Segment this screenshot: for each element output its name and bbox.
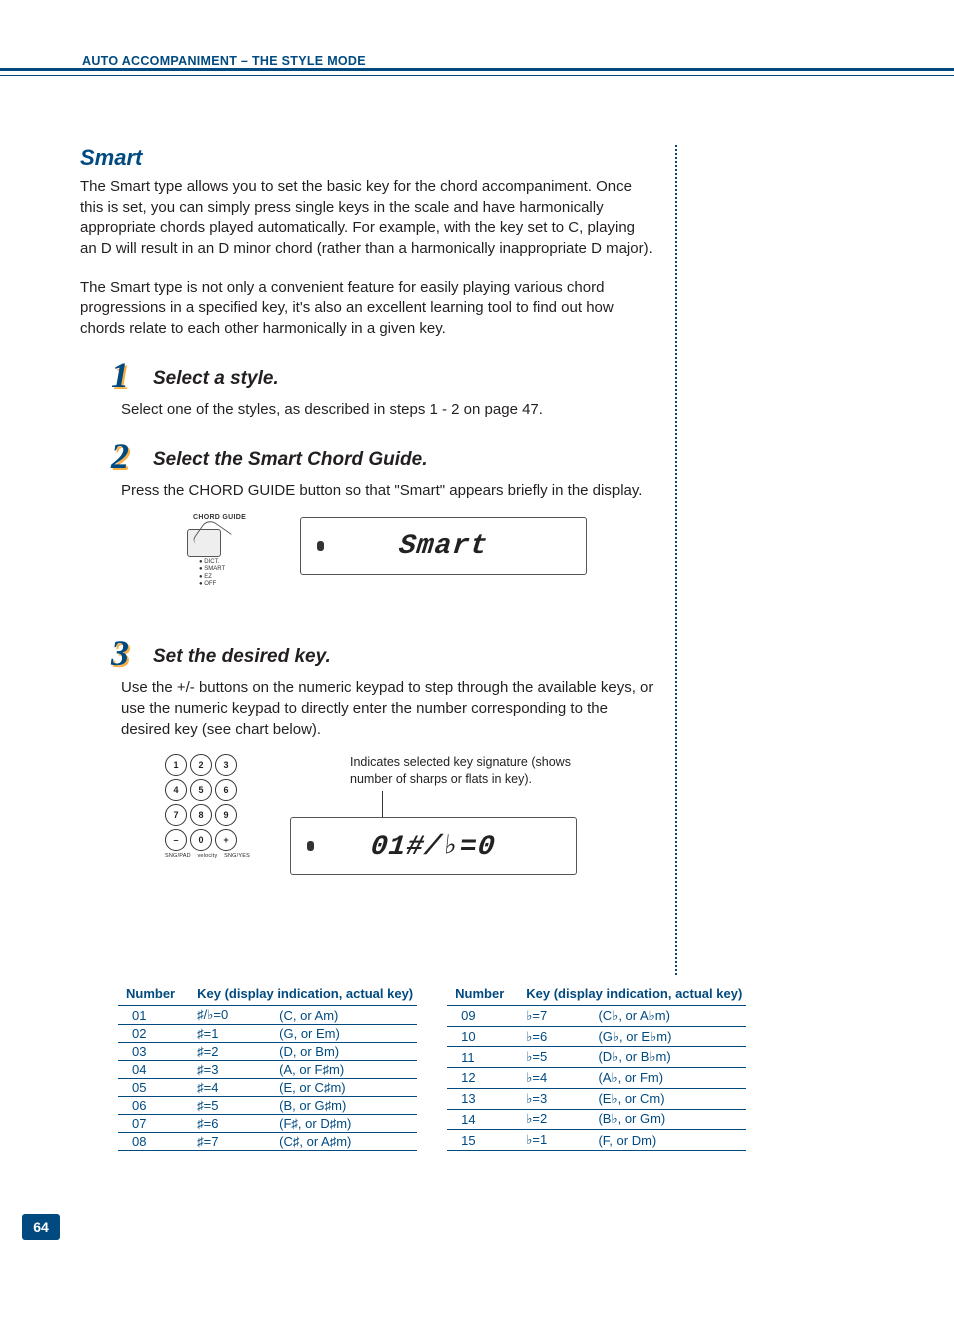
- keypad-key-0: 0: [190, 829, 212, 851]
- chord-guide-legend: ● DICT. ● SMART ● EZ ● OFF: [199, 559, 225, 588]
- keypad-key-+: +: [215, 829, 237, 851]
- table-row: 03♯=2(D, or Bm): [118, 1043, 417, 1061]
- table-row: 10♭=6(G♭, or E♭m): [447, 1026, 746, 1047]
- table-row: 02♯=1(G, or Em): [118, 1025, 417, 1043]
- step-3: 3 3 Set the desired key. Use the +/- but…: [115, 642, 655, 875]
- step-number-2: 2 2: [111, 435, 129, 477]
- running-head: AUTO ACCOMPANIMENT – THE STYLE MODE: [82, 54, 366, 68]
- col-key: Key (display indication, actual key): [522, 984, 746, 1006]
- keypad-key-6: 6: [215, 779, 237, 801]
- step-2: 2 2 Select the Smart Chord Guide. Press …: [115, 445, 655, 613]
- step-number-3: 3 3: [111, 632, 129, 674]
- key-table-left: Number Key (display indication, actual k…: [118, 984, 417, 1151]
- intro-paragraph-2: The Smart type is not only a convenient …: [80, 278, 655, 340]
- header-rule: [0, 68, 954, 76]
- col-number: Number: [447, 984, 522, 1006]
- keypad-key-8: 8: [190, 804, 212, 826]
- keypad-key-–: –: [165, 829, 187, 851]
- step-1: 1 1 Select a style. Select one of the st…: [115, 364, 655, 421]
- step-2-title: Select the Smart Chord Guide.: [153, 445, 655, 471]
- table-row: 06♯=5(B, or G♯m): [118, 1097, 417, 1115]
- col-key: Key (display indication, actual key): [193, 984, 417, 1006]
- keypad-key-7: 7: [165, 804, 187, 826]
- keypad-key-1: 1: [165, 754, 187, 776]
- display-text-key: 01#/♭=0: [369, 828, 497, 863]
- numeric-keypad-illustration: 123456789–0+ SNG/PAD velocity SNG/YES: [165, 754, 250, 859]
- sidebar-dotted-rule: [675, 145, 677, 975]
- section-title-smart: Smart: [80, 145, 655, 171]
- step-number-1: 1 1: [111, 354, 129, 396]
- step-1-body: Select one of the styles, as described i…: [115, 400, 655, 421]
- step-3-title: Set the desired key.: [153, 642, 655, 668]
- table-row: 14♭=2(B♭, or Gm): [447, 1109, 746, 1130]
- key-tables: Number Key (display indication, actual k…: [118, 984, 746, 1151]
- keypad-key-2: 2: [190, 754, 212, 776]
- keypad-key-9: 9: [215, 804, 237, 826]
- step-1-title: Select a style.: [153, 364, 655, 390]
- table-row: 07♯=6(F♯, or D♯m): [118, 1115, 417, 1133]
- intro-paragraph-1: The Smart type allows you to set the bas…: [80, 177, 655, 260]
- manual-page: AUTO ACCOMPANIMENT – THE STYLE MODE Smar…: [0, 0, 954, 1318]
- table-row: 04♯=3(A, or F♯m): [118, 1061, 417, 1079]
- table-row: 05♯=4(E, or C♯m): [118, 1079, 417, 1097]
- display-text-smart: Smart: [397, 531, 489, 562]
- step-2-figure: CHORD GUIDE ● DICT. ● SMART ● EZ ● OFF S…: [165, 517, 655, 612]
- keypad-key-4: 4: [165, 779, 187, 801]
- table-row: 08♯=7(C♯, or A♯m): [118, 1133, 417, 1151]
- key-signature-note: Indicates selected key signature (shows …: [350, 754, 590, 787]
- table-row: 12♭=4(A♭, or Fm): [447, 1068, 746, 1089]
- step-3-body: Use the +/- buttons on the numeric keypa…: [115, 678, 655, 740]
- keypad-key-5: 5: [190, 779, 212, 801]
- table-row: 09♭=7(C♭, or A♭m): [447, 1006, 746, 1027]
- page-number: 64: [22, 1214, 60, 1240]
- keypad-key-3: 3: [215, 754, 237, 776]
- step-3-figure: 123456789–0+ SNG/PAD velocity SNG/YES In…: [165, 754, 655, 875]
- table-row: 11♭=5(D♭, or B♭m): [447, 1047, 746, 1068]
- key-table-right: Number Key (display indication, actual k…: [447, 984, 746, 1151]
- table-row: 01♯/♭=0(C, or Am): [118, 1006, 417, 1025]
- chord-guide-button-illustration: CHORD GUIDE ● DICT. ● SMART ● EZ ● OFF: [165, 517, 260, 612]
- table-row: 13♭=3(E♭, or Cm): [447, 1088, 746, 1109]
- content-column: Smart The Smart type allows you to set t…: [80, 145, 655, 875]
- display-key: 01#/♭=0: [290, 817, 577, 875]
- display-smart: Smart: [300, 517, 587, 575]
- table-row: 15♭=1(F, or Dm): [447, 1130, 746, 1151]
- chord-guide-label: CHORD GUIDE: [193, 514, 246, 521]
- col-number: Number: [118, 984, 193, 1006]
- step-2-body: Press the CHORD GUIDE button so that "Sm…: [115, 481, 655, 502]
